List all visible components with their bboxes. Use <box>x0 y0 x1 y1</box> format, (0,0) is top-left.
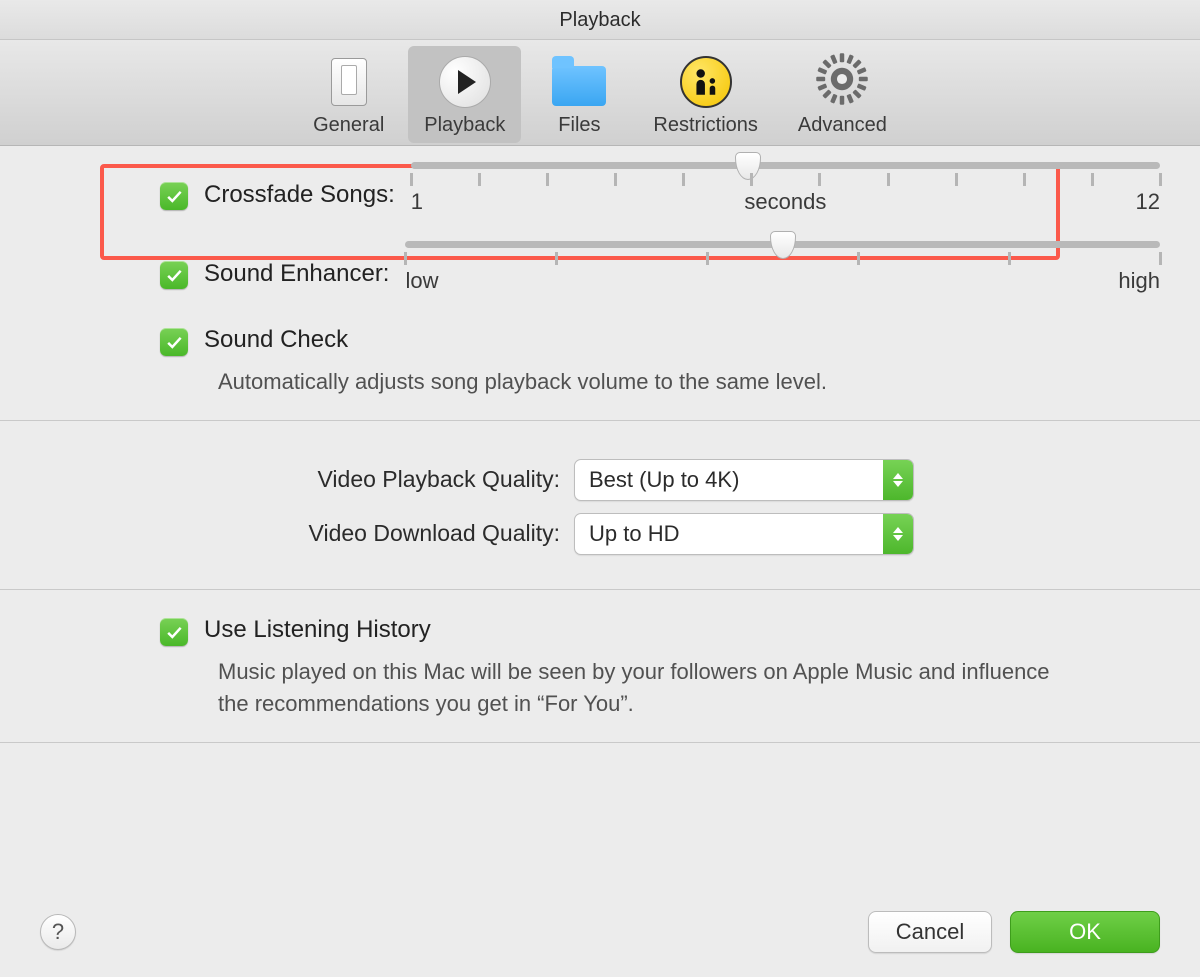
tab-restrictions-label: Restrictions <box>653 114 757 137</box>
tab-general-label: General <box>313 114 384 137</box>
video-download-value: Up to HD <box>575 521 883 547</box>
check-icon <box>164 622 184 642</box>
soundcheck-label: Sound Check <box>204 326 348 354</box>
video-playback-select[interactable]: Best (Up to 4K) <box>574 459 914 501</box>
dialog-footer: ? Cancel OK <box>0 911 1200 953</box>
video-playback-label: Video Playback Quality: <box>40 466 560 493</box>
enhancer-checkbox[interactable] <box>160 261 188 289</box>
crossfade-checkbox[interactable] <box>160 182 188 210</box>
stepper-arrows-icon <box>883 514 913 554</box>
tab-restrictions[interactable]: Restrictions <box>637 46 773 143</box>
divider <box>0 742 1200 743</box>
crossfade-max-label: 12 <box>1136 189 1160 215</box>
parental-icon <box>678 54 734 110</box>
listening-history-label: Use Listening History <box>204 616 431 644</box>
tab-files-label: Files <box>558 114 600 137</box>
check-icon <box>164 332 184 352</box>
listening-history-hint: Music played on this Mac will be seen by… <box>218 656 1058 720</box>
enhancer-right-label: high <box>1118 268 1160 294</box>
crossfade-ticks <box>411 173 1160 189</box>
stepper-arrows-icon <box>883 460 913 500</box>
tab-general[interactable]: General <box>297 46 400 143</box>
check-icon <box>164 186 184 206</box>
tab-files[interactable]: Files <box>529 46 629 143</box>
crossfade-label: Crossfade Songs: <box>204 181 395 209</box>
switch-icon <box>321 54 377 110</box>
tab-advanced-label: Advanced <box>798 114 887 137</box>
help-button[interactable]: ? <box>40 914 76 950</box>
play-circle-icon <box>437 54 493 110</box>
folder-icon <box>551 54 607 110</box>
help-icon: ? <box>52 919 64 945</box>
video-download-label: Video Download Quality: <box>40 520 560 547</box>
video-playback-value: Best (Up to 4K) <box>575 467 883 493</box>
ok-button[interactable]: OK <box>1010 911 1160 953</box>
enhancer-label: Sound Enhancer: <box>204 260 389 288</box>
gear-icon <box>814 54 870 110</box>
crossfade-center-label: seconds <box>744 189 826 215</box>
enhancer-slider[interactable]: low high <box>405 233 1160 296</box>
crossfade-min-label: 1 <box>411 189 423 215</box>
cancel-button[interactable]: Cancel <box>868 911 992 953</box>
crossfade-slider[interactable]: 1 seconds 12 <box>411 154 1160 217</box>
tab-playback[interactable]: Playback <box>408 46 521 143</box>
enhancer-left-label: low <box>405 268 438 294</box>
soundcheck-hint: Automatically adjusts song playback volu… <box>218 366 1058 398</box>
enhancer-ticks <box>405 252 1160 268</box>
ok-button-label: OK <box>1069 919 1101 945</box>
preferences-toolbar: General Playback Files Restrictions Adv <box>0 40 1200 146</box>
window-title: Playback <box>559 9 640 31</box>
cancel-button-label: Cancel <box>896 919 964 945</box>
video-download-select[interactable]: Up to HD <box>574 513 914 555</box>
check-icon <box>164 265 184 285</box>
tab-advanced[interactable]: Advanced <box>782 46 903 143</box>
listening-history-checkbox[interactable] <box>160 618 188 646</box>
tab-playback-label: Playback <box>424 114 505 137</box>
soundcheck-checkbox[interactable] <box>160 328 188 356</box>
window-titlebar: Playback <box>0 0 1200 40</box>
